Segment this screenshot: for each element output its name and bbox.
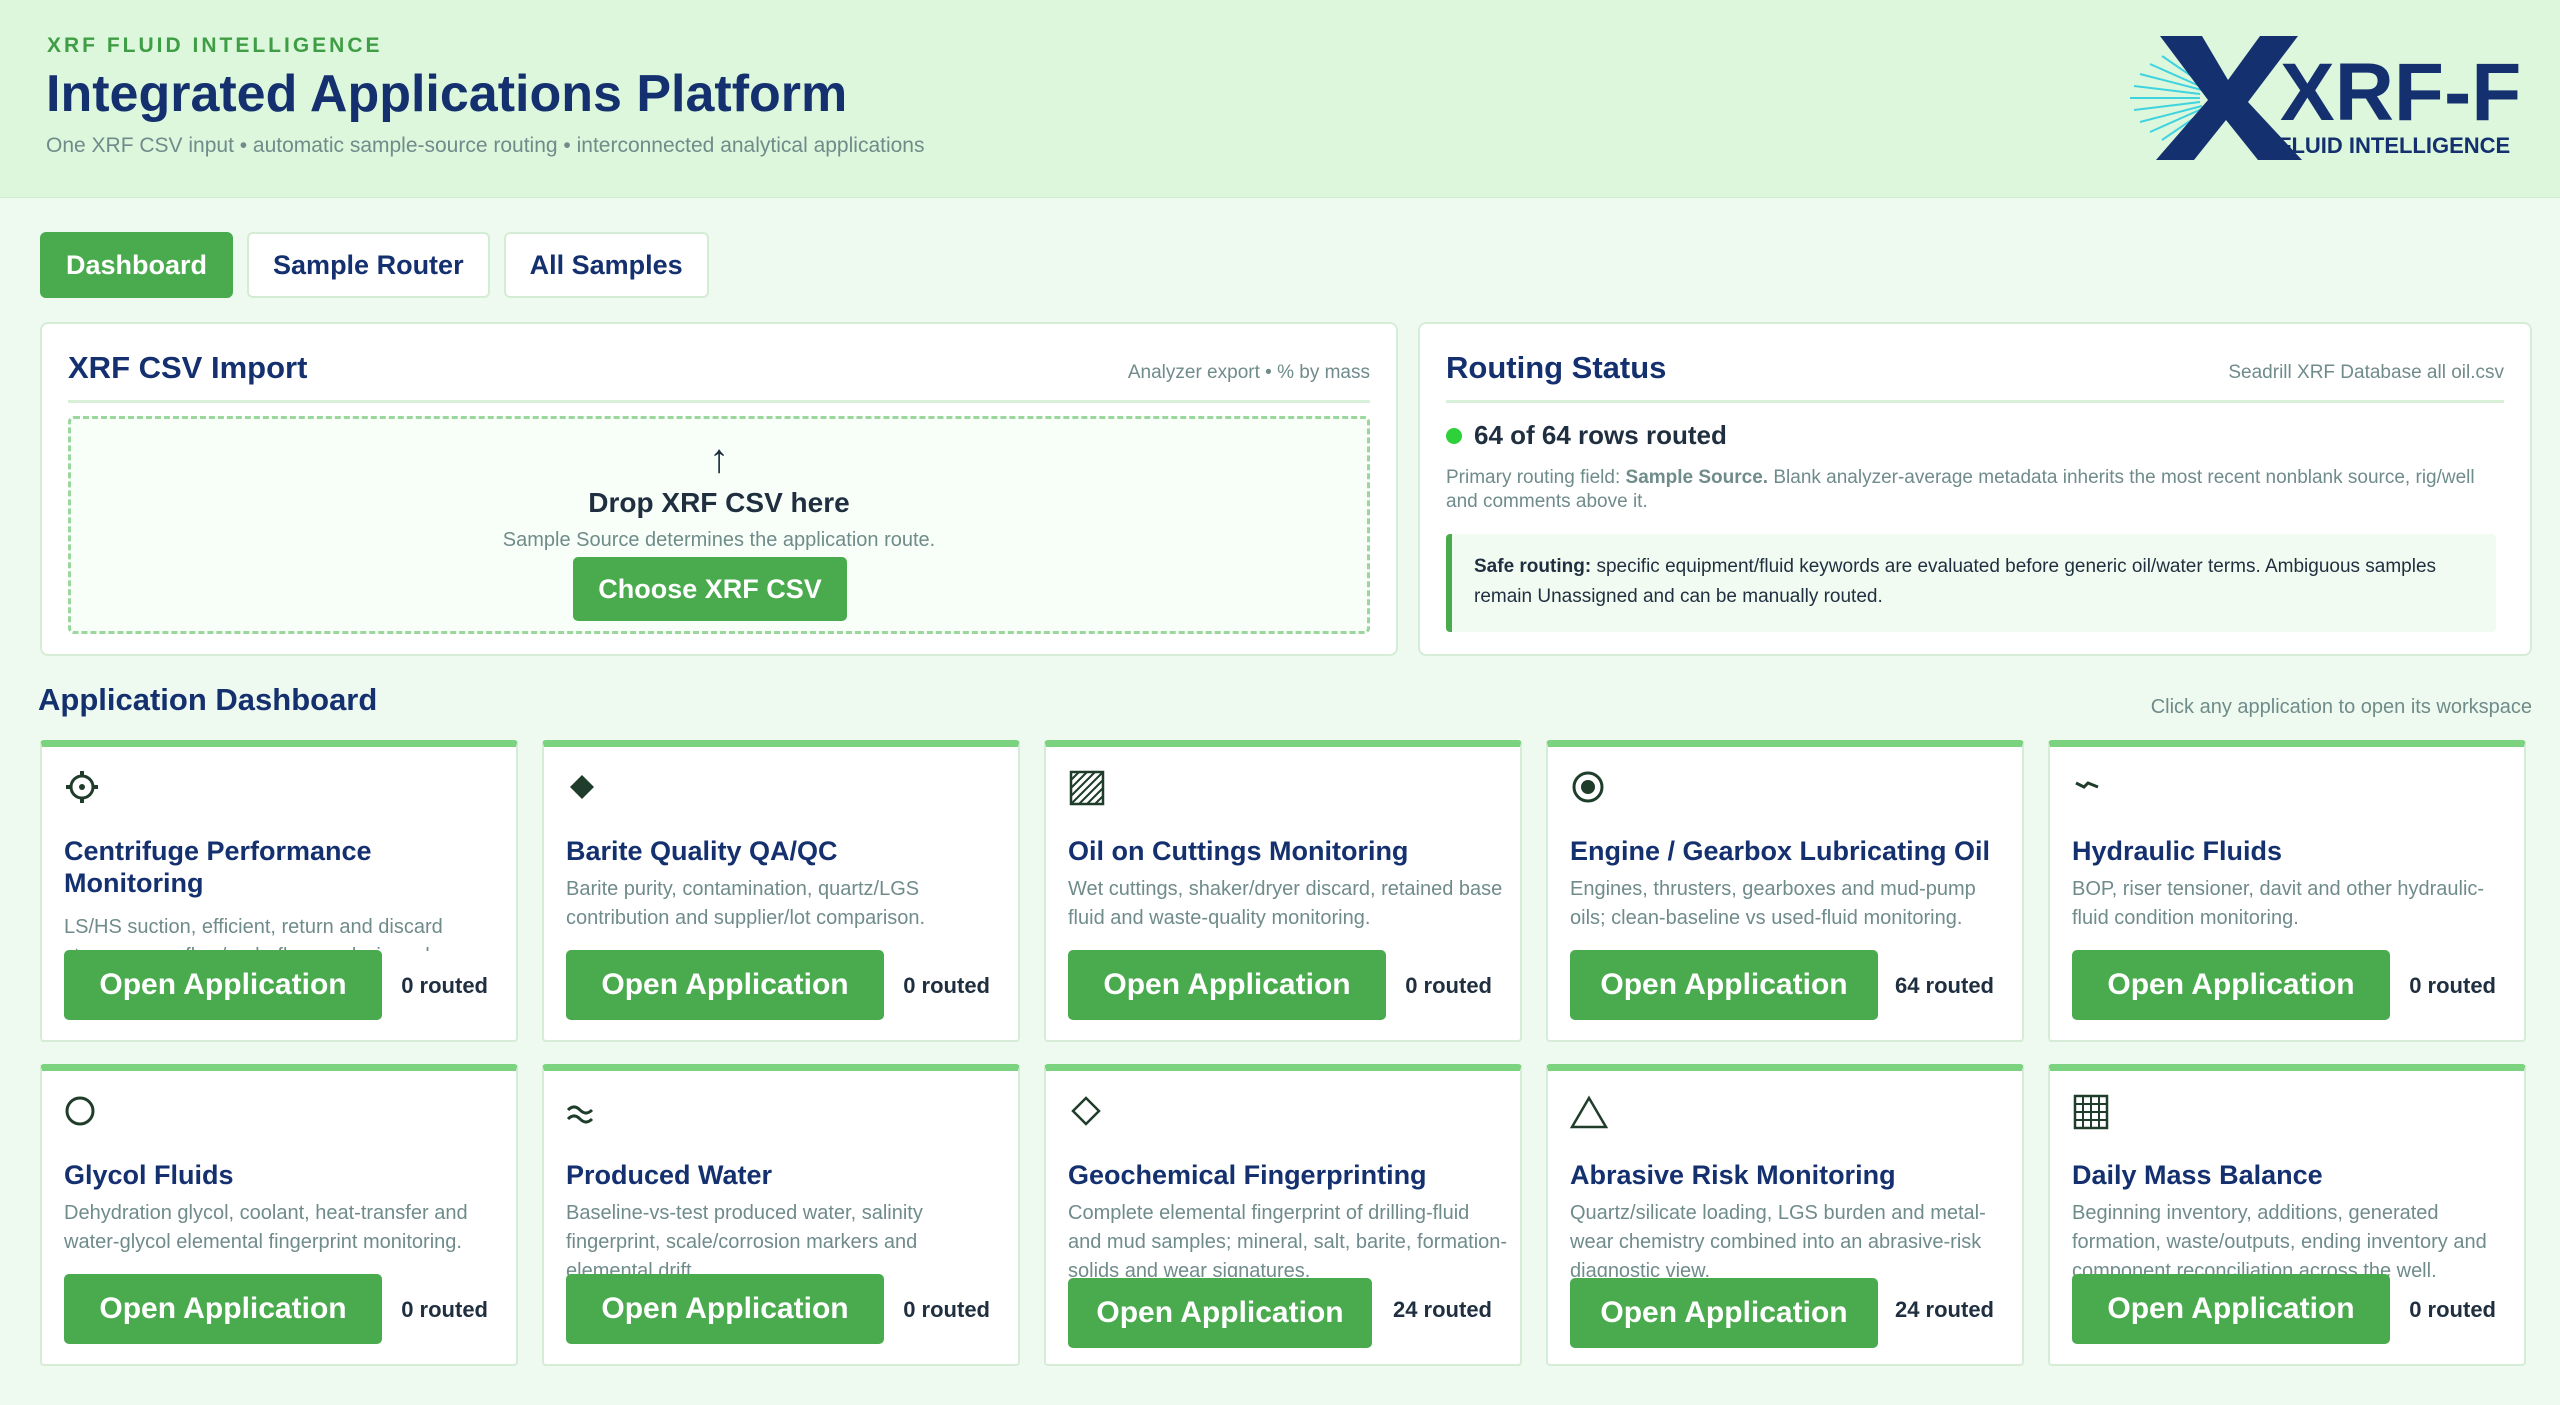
app-title: Geochemical Fingerprinting <box>1068 1160 1427 1190</box>
open-application-button[interactable]: Open Application <box>566 1274 884 1344</box>
svg-text:FLUID INTELLIGENCE: FLUID INTELLIGENCE <box>2278 133 2510 158</box>
app-description: BOP, riser tensioner, davit and other hy… <box>2072 878 2485 929</box>
routed-count: 0 routed <box>401 973 488 998</box>
open-application-button[interactable]: Open Application <box>1570 1278 1878 1348</box>
circle-icon <box>64 1093 104 1133</box>
app-description: Quartz/silicate loading, LGS burden and … <box>1570 1202 1986 1277</box>
xrf-fi-logo: XRF-FI FLUID INTELLIGENCE <box>2130 36 2520 160</box>
open-application-button[interactable]: Open Application <box>1068 950 1386 1020</box>
app-card-lubricating-oil[interactable]: Engine / Gearbox Lubricating Oil Engines… <box>1546 740 2024 1042</box>
dropzone-subtitle: Sample Source determines the application… <box>502 529 936 551</box>
app-card-hydraulic[interactable]: Hydraulic Fluids BOP, riser tensioner, d… <box>2048 740 2526 1042</box>
routing-panel: Routing Status Seadrill XRF Database all… <box>1418 322 2532 656</box>
app-description: Baseline-vs-test produced water, salinit… <box>566 1202 923 1277</box>
import-panel-meta: Analyzer export • % by mass <box>1127 362 1370 383</box>
dropzone-title: Drop XRF CSV here <box>588 487 850 518</box>
approx-icon <box>566 1093 606 1133</box>
import-panel: XRF CSV Import Analyzer export • % by ma… <box>40 322 1398 656</box>
gear-icon <box>64 769 104 809</box>
hatched-square-icon <box>1068 769 1108 809</box>
app-card-oil-on-cuttings[interactable]: Oil on Cuttings Monitoring Wet cuttings,… <box>1044 740 1522 1042</box>
routing-panel-title: Routing Status <box>1446 350 1667 385</box>
app-card-geochemical[interactable]: Geochemical Fingerprinting Complete elem… <box>1044 1064 1522 1366</box>
routed-count: 0 routed <box>903 1297 990 1322</box>
app-description: Engines, thrusters, gearboxes and mud-pu… <box>1570 878 1976 929</box>
safe-routing-label: Safe routing: <box>1474 556 1592 577</box>
brand-eyebrow: XRF FLUID INTELLIGENCE <box>47 34 383 57</box>
divider <box>68 400 1370 403</box>
routed-count: 0 routed <box>401 1297 488 1322</box>
app-description: Wet cuttings, shaker/dryer discard, reta… <box>1068 878 1503 929</box>
open-application-button[interactable]: Open Application <box>1570 950 1878 1020</box>
app-description: Barite purity, contamination, quartz/LGS… <box>566 878 926 929</box>
import-panel-title: XRF CSV Import <box>68 350 308 385</box>
divider <box>1446 400 2504 403</box>
routing-status: 64 of 64 rows routed <box>1446 420 1727 451</box>
app-header: XRF FLUID INTELLIGENCE Integrated Applic… <box>0 0 2560 198</box>
app-title: Barite Quality QA/QC <box>566 836 838 866</box>
triangle-icon <box>1569 1093 1610 1133</box>
app-title: Oil on Cuttings Monitoring <box>1068 836 1409 866</box>
app-title: Glycol Fluids <box>64 1160 234 1190</box>
app-card-abrasive-risk[interactable]: Abrasive Risk Monitoring Quartz/silicate… <box>1546 1064 2024 1366</box>
page-title: Integrated Applications Platform <box>46 65 848 123</box>
open-application-button[interactable]: Open Application <box>2072 1274 2390 1344</box>
app-title: Hydraulic Fluids <box>2072 836 2283 866</box>
app-card-produced-water[interactable]: Produced Water Baseline-vs-test produced… <box>542 1064 1020 1366</box>
app-description: Dehydration glycol, coolant, heat-transf… <box>64 1202 468 1253</box>
tab-all-samples[interactable]: All Samples <box>503 232 709 298</box>
open-application-button[interactable]: Open Application <box>64 950 382 1020</box>
hydraulic-icon <box>2072 769 2112 809</box>
routed-count: 0 routed <box>2409 973 2496 998</box>
routing-panel-meta: Seadrill XRF Database all oil.csv <box>2228 362 2504 383</box>
main-tabs: Dashboard Sample Router All Samples <box>40 232 709 298</box>
upload-arrow-icon: ↑ <box>709 437 729 481</box>
app-card-centrifuge[interactable]: Centrifuge Performance Monitoring LS/HS … <box>40 740 518 1042</box>
tab-sample-router[interactable]: Sample Router <box>247 232 490 298</box>
routing-primary-field: Sample Source. <box>1625 467 1769 488</box>
app-description: Beginning inventory, additions, generate… <box>2072 1202 2487 1277</box>
app-title: Abrasive Risk Monitoring <box>1570 1160 1896 1190</box>
app-title: Produced Water <box>566 1160 773 1190</box>
diamond-filled-icon <box>566 769 606 809</box>
app-card-glycol[interactable]: Glycol Fluids Dehydration glycol, coolan… <box>40 1064 518 1366</box>
app-title: Daily Mass Balance <box>2072 1160 2323 1190</box>
svg-text:XRF-FI: XRF-FI <box>2280 47 2520 138</box>
grid-icon <box>2072 1093 2112 1133</box>
routed-count: 0 routed <box>2409 1297 2496 1322</box>
app-description: Complete elemental fingerprint of drilli… <box>1068 1202 1508 1277</box>
safe-routing-note: Safe routing: specific equipment/fluid k… <box>1446 534 2496 632</box>
choose-csv-button[interactable]: Choose XRF CSV <box>573 557 847 621</box>
csv-dropzone[interactable]: ↑ Drop XRF CSV here Sample Source determ… <box>68 416 1370 634</box>
app-title: Engine / Gearbox Lubricating Oil <box>1570 836 1991 866</box>
open-application-button[interactable]: Open Application <box>64 1274 382 1344</box>
routing-primary-prefix: Primary routing field: <box>1446 467 1626 488</box>
routed-count: 64 routed <box>1894 973 1994 998</box>
app-card-mass-balance[interactable]: Daily Mass Balance Beginning inventory, … <box>2048 1064 2526 1366</box>
diamond-outline-icon <box>1068 1093 1108 1133</box>
open-application-button[interactable]: Open Application <box>2072 950 2390 1020</box>
status-dot-icon <box>1446 427 1462 444</box>
routed-count: 24 routed <box>1894 1297 1994 1322</box>
open-application-button[interactable]: Open Application <box>1068 1278 1372 1348</box>
safe-routing-text: specific equipment/fluid keywords are ev… <box>1474 556 2437 607</box>
app-card-barite[interactable]: Barite Quality QA/QC Barite purity, cont… <box>542 740 1020 1042</box>
routed-count: 0 routed <box>903 973 990 998</box>
open-application-button[interactable]: Open Application <box>566 950 884 1020</box>
dashboard-hint: Click any application to open its worksp… <box>2150 696 2532 718</box>
routing-description: Primary routing field: Sample Source. Bl… <box>1446 466 2506 514</box>
dashboard-title: Application Dashboard <box>38 682 378 717</box>
tab-dashboard[interactable]: Dashboard <box>40 232 234 298</box>
app-title: Centrifuge Performance Monitoring <box>64 836 372 898</box>
page-subtitle: One XRF CSV input • automatic sample-sou… <box>46 134 925 157</box>
routed-count: 0 routed <box>1405 973 1492 998</box>
routing-status-text: 64 of 64 rows routed <box>1474 420 1727 450</box>
routed-count: 24 routed <box>1392 1297 1492 1322</box>
target-icon <box>1570 769 1610 809</box>
app-description: LS/HS suction, efficient, return and dis… <box>64 916 443 951</box>
